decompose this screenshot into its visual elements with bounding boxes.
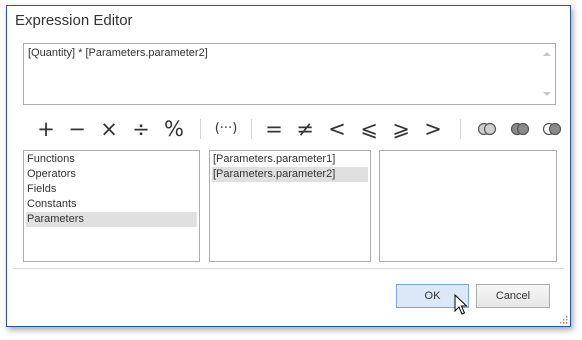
footer-divider xyxy=(13,268,564,269)
category-operators[interactable]: Operators xyxy=(26,167,197,182)
operator-toolbar: + − × ÷ % (···) = ≠ < ⩽ ⩾ > xyxy=(35,116,565,142)
category-list[interactable]: Functions Operators Fields Constants Par… xyxy=(23,150,200,262)
toolbar-separator xyxy=(200,119,201,139)
title-bar: Expression Editor xyxy=(7,6,570,36)
greater-button[interactable]: > xyxy=(422,116,444,142)
category-constants[interactable]: Constants xyxy=(26,197,197,212)
plus-button[interactable]: + xyxy=(35,116,57,142)
toolbar-separator xyxy=(251,119,252,139)
parentheses-button[interactable]: (···) xyxy=(213,116,239,142)
greater-equal-button[interactable]: ⩾ xyxy=(390,116,412,142)
expression-input[interactable]: [Quantity] * [Parameters.parameter2] xyxy=(23,43,556,105)
value-list[interactable]: [Parameters.parameter1] [Parameters.para… xyxy=(209,150,371,262)
multiply-button[interactable]: × xyxy=(98,116,120,142)
not-equal-button[interactable]: ≠ xyxy=(294,116,316,142)
expression-scrollbar[interactable] xyxy=(539,44,555,104)
equal-button[interactable]: = xyxy=(263,116,285,142)
category-parameters[interactable]: Parameters xyxy=(26,212,197,227)
and-icon[interactable] xyxy=(476,122,498,136)
value-item[interactable]: [Parameters.parameter1] xyxy=(212,152,368,167)
value-item[interactable]: [Parameters.parameter2] xyxy=(212,167,368,182)
expression-editor-dialog: Expression Editor [Quantity] * [Paramete… xyxy=(6,5,571,327)
category-fields[interactable]: Fields xyxy=(26,182,197,197)
less-button[interactable]: < xyxy=(326,116,348,142)
not-icon[interactable] xyxy=(541,122,563,136)
category-functions[interactable]: Functions xyxy=(26,152,197,167)
window-title: Expression Editor xyxy=(15,12,133,29)
scroll-down-icon[interactable] xyxy=(543,92,551,96)
less-equal-button[interactable]: ⩽ xyxy=(358,116,380,142)
mouse-pointer-icon xyxy=(454,294,468,315)
percent-button[interactable]: % xyxy=(163,116,185,142)
minus-button[interactable]: − xyxy=(66,116,88,142)
divide-button[interactable]: ÷ xyxy=(130,116,152,142)
description-panel xyxy=(379,150,557,262)
or-icon[interactable] xyxy=(509,122,531,136)
cancel-button[interactable]: Cancel xyxy=(476,284,550,308)
toolbar-separator xyxy=(460,119,461,139)
expression-text[interactable]: [Quantity] * [Parameters.parameter2] xyxy=(28,47,208,59)
resize-grip-icon[interactable] xyxy=(560,316,568,324)
scroll-up-icon[interactable] xyxy=(543,52,551,56)
